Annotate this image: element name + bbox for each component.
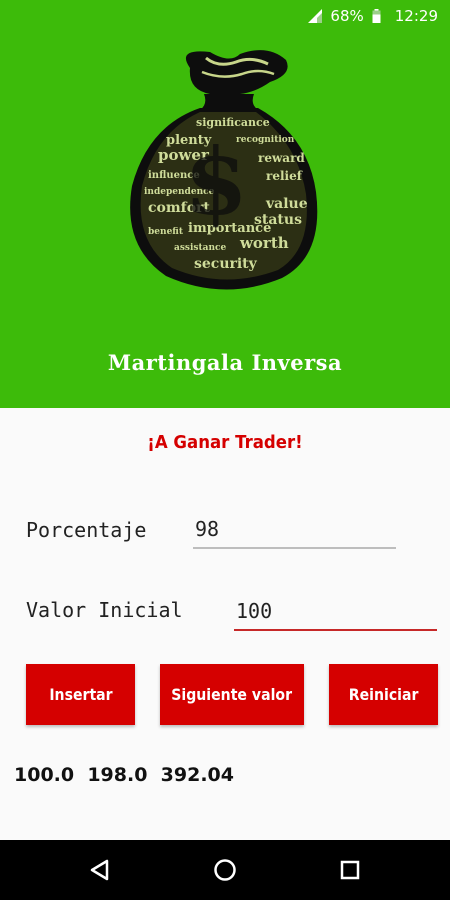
porcentaje-label: Porcentaje: [26, 518, 147, 542]
money-bag-icon: significance plenty recognition power re…: [130, 50, 318, 290]
reiniciar-button[interactable]: Reiniciar: [329, 664, 438, 725]
svg-text:assistance: assistance: [174, 243, 226, 253]
recent-apps-icon[interactable]: [337, 857, 363, 883]
svg-text:benefit: benefit: [148, 227, 184, 237]
status-bar: 68% 12:29: [0, 0, 450, 32]
siguiente-valor-button[interactable]: Siguiente valor: [160, 664, 304, 725]
app-header: 68% 12:29 significance plenty recognitio…: [0, 0, 450, 408]
insertar-button-label: Insertar: [48, 685, 113, 704]
svg-text:value: value: [265, 196, 308, 212]
svg-text:reward: reward: [258, 151, 305, 165]
battery-icon: [372, 9, 381, 23]
siguiente-valor-button-label: Siguiente valor: [171, 685, 293, 704]
svg-text:$: $: [184, 128, 248, 236]
app-title: Martingala Inversa: [107, 350, 343, 375]
clock: 12:29: [394, 7, 438, 25]
home-icon[interactable]: [212, 857, 238, 883]
battery-percent: 68%: [330, 7, 364, 25]
back-icon[interactable]: [87, 857, 113, 883]
svg-text:relief: relief: [266, 169, 303, 183]
reiniciar-button-label: Reiniciar: [348, 685, 419, 704]
results-text: 100.0 198.0 392.04: [14, 764, 234, 786]
navigation-bar: [0, 840, 450, 900]
porcentaje-input[interactable]: [193, 517, 396, 549]
signal-icon: [308, 9, 323, 23]
valor-inicial-input[interactable]: [234, 599, 437, 631]
subtitle: ¡A Ganar Trader!: [147, 432, 303, 453]
svg-text:security: security: [194, 256, 258, 272]
svg-text:worth: worth: [239, 234, 289, 252]
insertar-button[interactable]: Insertar: [26, 664, 135, 725]
valor-inicial-label: Valor Inicial: [26, 598, 183, 622]
